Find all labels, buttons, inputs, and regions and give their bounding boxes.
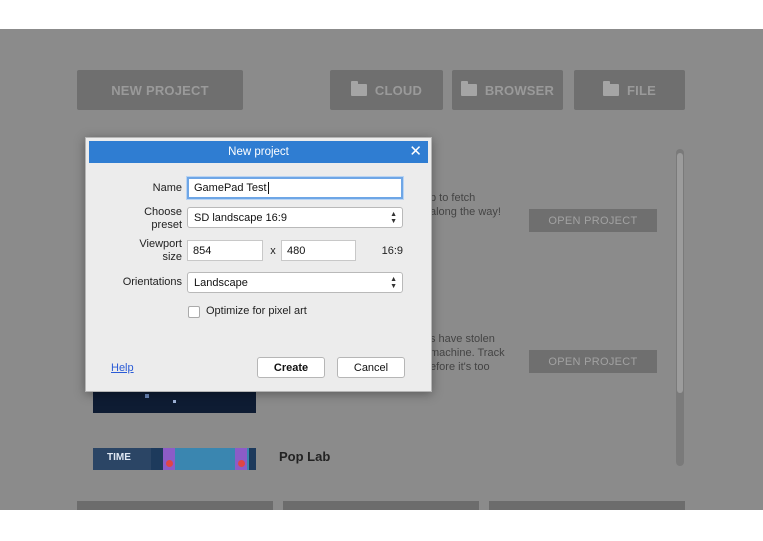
cancel-button[interactable]: Cancel	[337, 357, 405, 378]
select-arrows-icon: ▲ ▼	[390, 211, 397, 225]
preset-label: Choose preset	[106, 206, 182, 232]
open-project-button[interactable]: OPEN PROJECT	[529, 209, 657, 232]
project-description-line: p to fetch	[430, 192, 476, 204]
orientations-select[interactable]: Landscape ▲ ▼	[187, 272, 403, 293]
orientations-label: Orientations	[122, 276, 182, 288]
help-link[interactable]: Help	[111, 362, 134, 374]
dialog-title: New project	[228, 146, 289, 158]
preset-value: SD landscape 16:9	[194, 211, 287, 224]
project-description-line: s have stolen	[430, 333, 495, 345]
select-arrows-icon: ▲ ▼	[390, 276, 397, 290]
viewport-width-field[interactable]: 854	[187, 240, 263, 261]
viewport-width-value: 854	[193, 244, 212, 257]
bottom-button[interactable]	[489, 501, 685, 510]
project-name[interactable]: Pop Lab	[279, 449, 330, 464]
cloud-label: CLOUD	[374, 82, 423, 98]
viewport-height-value: 480	[287, 244, 306, 257]
thumbnail-sprite	[173, 400, 176, 403]
preset-label-line: Choose	[144, 206, 182, 218]
thumbnail-heart	[166, 460, 173, 467]
viewport-separator: x	[270, 245, 276, 257]
project-description: p to fetch along the way!	[430, 191, 501, 219]
thumbnail-heart	[238, 460, 245, 467]
new-project-button[interactable]: NEW PROJECT	[77, 70, 243, 110]
bottom-button[interactable]	[77, 501, 273, 510]
project-description-line: machine. Track	[430, 347, 505, 359]
create-label: Create	[273, 361, 309, 374]
open-project-label: OPEN PROJECT	[548, 355, 638, 368]
open-project-label: OPEN PROJECT	[548, 214, 638, 227]
pixel-art-checkbox[interactable]	[188, 306, 200, 318]
new-project-label: NEW PROJECT	[111, 82, 209, 98]
project-name-field[interactable]: GamePad Test	[187, 177, 403, 199]
project-name-value: GamePad Test	[194, 182, 267, 194]
viewport-label-line: size	[162, 251, 182, 263]
viewport-height-field[interactable]: 480	[281, 240, 356, 261]
close-icon[interactable]: ✕	[409, 143, 422, 160]
folder-icon	[603, 81, 620, 96]
browser-label: BROWSER	[484, 82, 555, 98]
project-list-scrollbar[interactable]	[676, 149, 684, 466]
create-button[interactable]: Create	[257, 357, 325, 378]
scrollbar-thumb[interactable]	[677, 153, 683, 393]
pixel-art-label[interactable]: Optimize for pixel art	[206, 305, 307, 318]
file-button[interactable]: FILE	[574, 70, 685, 110]
browser-button[interactable]: BROWSER	[452, 70, 563, 110]
project-description-line: efore it's too	[430, 361, 490, 373]
cancel-label: Cancel	[353, 361, 389, 374]
folder-icon	[460, 81, 477, 96]
name-label: Name	[152, 182, 182, 194]
new-project-dialog: New project ✕ Name GamePad Test Choose p…	[85, 137, 432, 392]
viewport-label: Viewport size	[106, 238, 182, 264]
bottom-button[interactable]	[283, 501, 479, 510]
thumbnail-time-text: TIME	[107, 452, 131, 463]
dialog-titlebar: New project ✕	[89, 141, 428, 163]
file-label: FILE	[627, 82, 656, 98]
text-caret	[267, 182, 269, 194]
pop-lab-thumbnail[interactable]: TIME	[93, 448, 256, 470]
preset-select[interactable]: SD landscape 16:9 ▲ ▼	[187, 207, 403, 228]
aspect-ratio-label: 16:9	[381, 245, 403, 257]
open-project-button[interactable]: OPEN PROJECT	[529, 350, 657, 373]
viewport-label-line: Viewport	[139, 238, 182, 250]
orientations-value: Landscape	[194, 276, 248, 289]
folder-icon	[350, 81, 367, 96]
project-description: s have stolen machine. Track efore it's …	[430, 332, 505, 374]
thumbnail-sprite	[145, 394, 149, 398]
project-description-line: along the way!	[430, 206, 501, 218]
cloud-button[interactable]: CLOUD	[330, 70, 443, 110]
preset-label-line: preset	[151, 219, 182, 231]
